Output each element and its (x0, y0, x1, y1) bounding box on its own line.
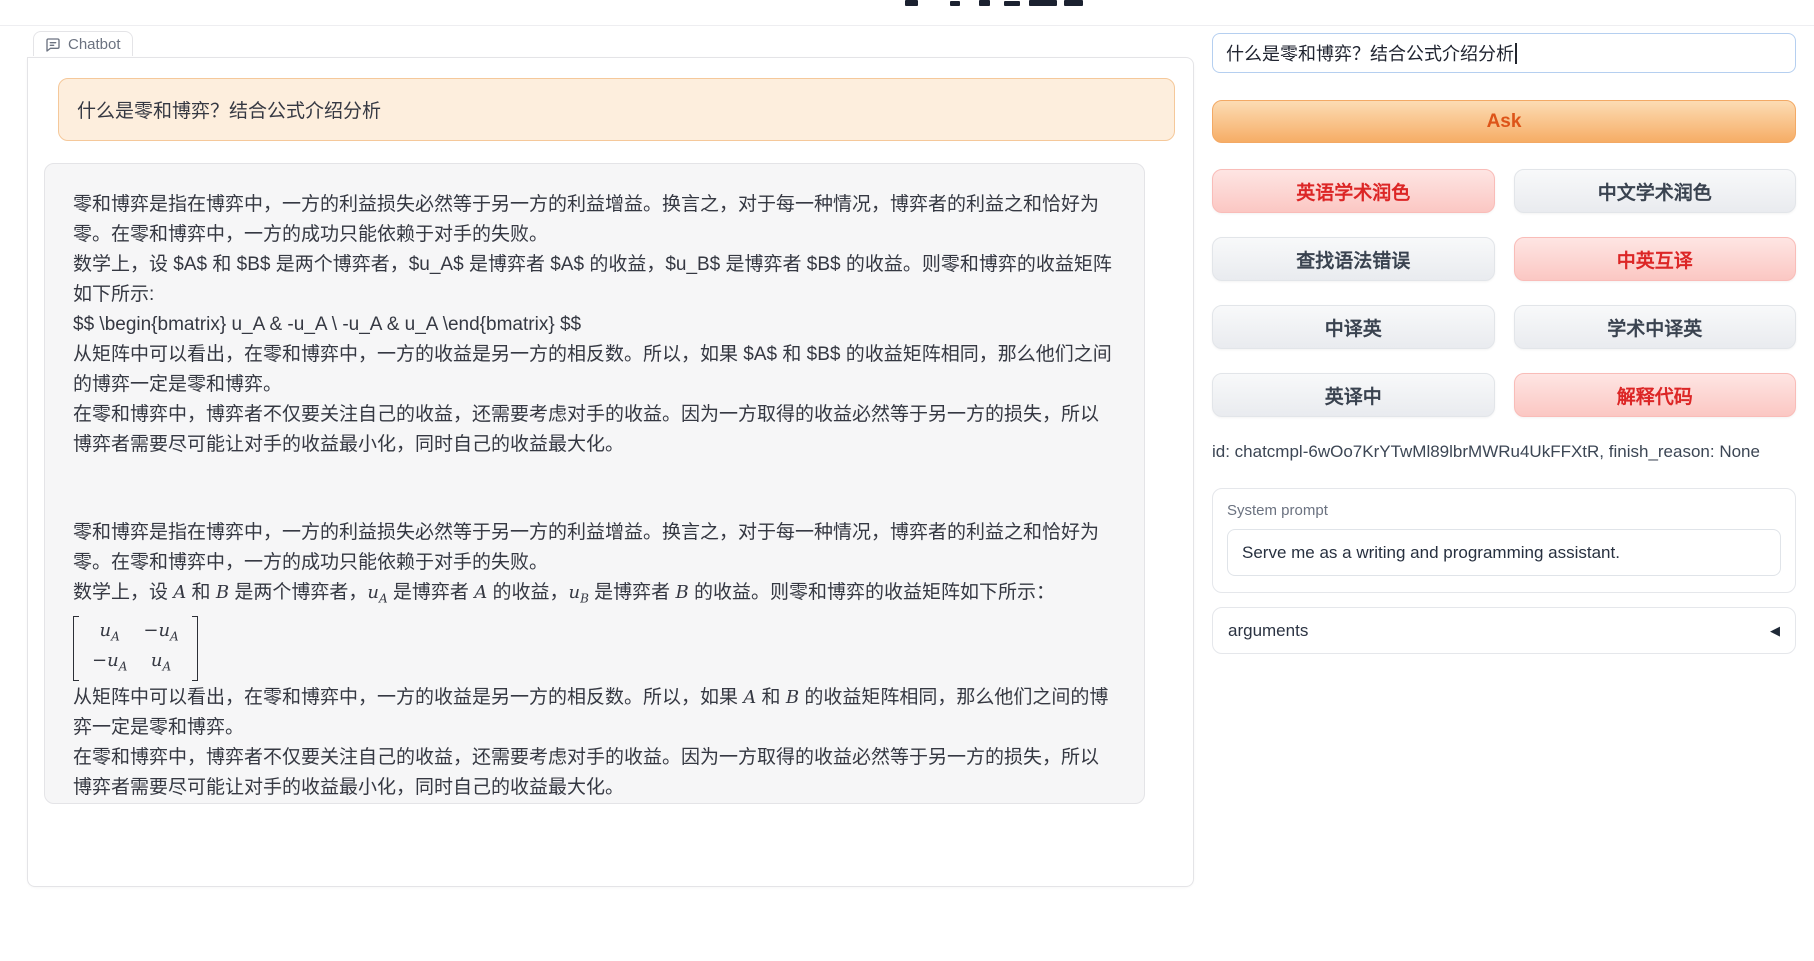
math-variable: B (786, 687, 799, 708)
app-body: Chatbot 什么是零和博弈？结合公式介绍分析 零和博弈是指在博弈中，一方的利… (0, 26, 1814, 887)
bot-text-line: 数学上，设 $A$ 和 $B$ 是两个博弈者，$u_A$ 是博弈者 $A$ 的收… (73, 250, 1116, 310)
chat-bubble-icon (45, 37, 61, 53)
math-variable: A (173, 582, 186, 603)
title-glyph-fragment (1029, 0, 1057, 6)
clipped-page-title (0, 0, 1814, 26)
question-input[interactable]: 什么是零和博弈？结合公式介绍分析 (1212, 33, 1796, 73)
ask-button[interactable]: Ask (1212, 100, 1796, 143)
math-variable: B (216, 582, 229, 603)
quick-action-grid: 英语学术润色中文学术润色查找语法错误中英互译中译英学术中译英英译中解释代码 (1212, 169, 1796, 417)
bot-text-line: 零和博弈是指在博弈中，一方的利益损失必然等于另一方的利益增益。换言之，对于每一种… (73, 518, 1116, 578)
math-variable: −uA (143, 619, 178, 649)
bot-text-line: $$ \begin{bmatrix} u_A & -u_A \ -u_A & u… (73, 310, 1116, 340)
quick-button-explain-code[interactable]: 解释代码 (1514, 373, 1797, 417)
system-prompt-value: Serve me as a writing and programming as… (1242, 543, 1620, 563)
chatbot-panel: 什么是零和博弈？结合公式介绍分析 零和博弈是指在博弈中，一方的利益损失必然等于另… (27, 57, 1194, 887)
user-message-bubble: 什么是零和博弈？结合公式介绍分析 (58, 78, 1175, 141)
math-variable: A (743, 687, 756, 708)
chatbot-label-text: Chatbot (68, 36, 121, 53)
arguments-accordion-label: arguments (1228, 621, 1308, 641)
matrix-row: uA −uA (92, 619, 179, 649)
system-prompt-input[interactable]: Serve me as a writing and programming as… (1227, 529, 1781, 576)
math-variable: −uA (92, 649, 127, 679)
quick-button-en-academic-polish[interactable]: 英语学术润色 (1212, 169, 1495, 213)
matrix-row: −uA uA (92, 649, 179, 679)
quick-button-en-to-zh[interactable]: 英译中 (1212, 373, 1495, 417)
bot-message-bubble: 零和博弈是指在博弈中，一方的利益损失必然等于另一方的利益增益。换言之，对于每一种… (44, 163, 1145, 804)
quick-button-zh-en-mutual-translation[interactable]: 中英互译 (1514, 237, 1797, 281)
title-glyph-fragment (905, 0, 918, 6)
bot-text-line: 从矩阵中可以看出，在零和博弈中，一方的收益是另一方的相反数。所以，如果 $A$ … (73, 340, 1116, 400)
question-input-value: 什么是零和博弈？结合公式介绍分析 (1226, 40, 1514, 66)
quick-button-academic-zh-to-en[interactable]: 学术中译英 (1514, 305, 1797, 349)
title-glyph-fragment (979, 0, 990, 6)
math-variable: uA (151, 649, 171, 679)
bot-text-line: 零和博弈是指在博弈中，一方的利益损失必然等于另一方的利益增益。换言之，对于每一种… (73, 190, 1116, 250)
chatbot-label: Chatbot (33, 31, 133, 56)
math-variable: uA (100, 619, 120, 649)
payoff-matrix: uA−uA−uAuA (73, 616, 198, 681)
quick-button-zh-academic-polish[interactable]: 中文学术润色 (1514, 169, 1797, 213)
bot-text-line: 数学上，设 A 和 B 是两个博弈者，uA 是博弈者 A 的收益，uB 是博弈者… (73, 578, 1116, 614)
chatbot-column: Chatbot 什么是零和博弈？结合公式介绍分析 零和博弈是指在博弈中，一方的利… (27, 30, 1194, 887)
math-variable: B (675, 582, 688, 603)
arguments-accordion-header[interactable]: arguments ◀ (1212, 607, 1796, 654)
bot-text-line: 在零和博弈中，博弈者不仅要关注自己的收益，还需要考虑对手的收益。因为一方取得的收… (73, 400, 1116, 460)
math-variable: A (474, 582, 487, 603)
triangle-left-icon: ◀ (1770, 623, 1780, 639)
tools-column: 什么是零和博弈？结合公式介绍分析 Ask 英语学术润色中文学术润色查找语法错误中… (1212, 30, 1796, 654)
system-prompt-card: System prompt Serve me as a writing and … (1212, 488, 1796, 593)
message-gap (73, 460, 1116, 518)
title-glyph-fragment (1004, 1, 1020, 6)
title-glyph-fragment (1064, 0, 1083, 6)
math-variable: uA (367, 582, 387, 603)
user-message-text: 什么是零和博弈？结合公式介绍分析 (77, 101, 381, 122)
quick-button-zh-to-en[interactable]: 中译英 (1212, 305, 1495, 349)
bot-text-line: 在零和博弈中，博弈者不仅要关注自己的收益，还需要考虑对手的收益。因为一方取得的收… (73, 743, 1116, 803)
bot-message-rendered-block: 零和博弈是指在博弈中，一方的利益损失必然等于另一方的利益增益。换言之，对于每一种… (73, 518, 1116, 804)
response-status-text: id: chatcmpl-6wOo7KrYTwMl89lbrMWRu4UkFFX… (1212, 442, 1796, 462)
text-cursor (1515, 43, 1517, 64)
system-prompt-label: System prompt (1227, 502, 1781, 519)
bot-text-line: 从矩阵中可以看出，在零和博弈中，一方的收益是另一方的相反数。所以，如果 A 和 … (73, 683, 1116, 743)
quick-button-find-grammar-errors[interactable]: 查找语法错误 (1212, 237, 1495, 281)
title-glyph-fragment (950, 1, 960, 6)
bot-message-raw-block: 零和博弈是指在博弈中，一方的利益损失必然等于另一方的利益增益。换言之，对于每一种… (73, 190, 1116, 460)
math-variable: uB (568, 582, 588, 603)
